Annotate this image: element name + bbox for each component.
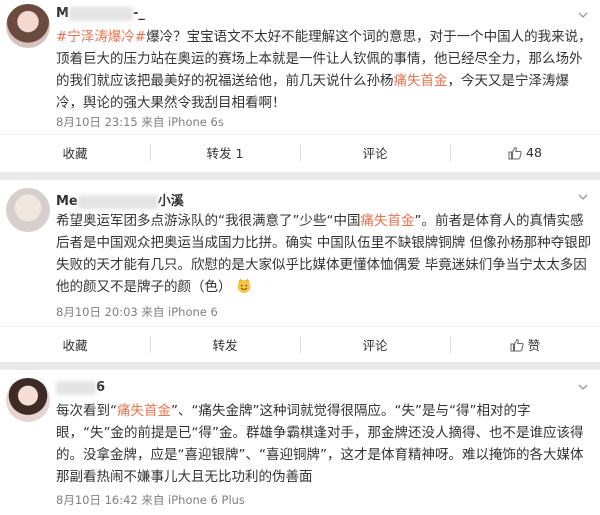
thumb-up-icon [508, 146, 522, 159]
post-text: 希望奥运军团多点游泳队的“我很满意了”少些“中国痛失首金”。前者是体育人的真情实… [56, 210, 594, 298]
divider [0, 172, 600, 180]
username-head: M [56, 6, 69, 21]
username-tail: 小溪 [157, 194, 184, 209]
highlight-term: 痛失首金 [117, 403, 171, 419]
username[interactable]: 6 [56, 380, 105, 395]
favorite-button[interactable]: 收藏 [0, 135, 150, 170]
favorite-button[interactable]: 收藏 [0, 327, 150, 362]
comment-button[interactable]: 评论 [300, 327, 450, 362]
like-button[interactable]: 48 [450, 135, 600, 170]
post-card: 6 每次看到“痛失首金”、“痛失金牌”这种词就觉得很隔应。“失”是与“得”相对的… [0, 370, 600, 515]
highlight-term: 痛失首金 [393, 73, 448, 89]
divider [0, 362, 600, 370]
chevron-down-icon[interactable] [576, 380, 590, 394]
topic-link[interactable]: #宁泽涛爆冷# [56, 29, 146, 45]
username-redacted [56, 380, 96, 395]
username-tail: -_ [132, 6, 145, 21]
post-text-part1: 每次看到“ [56, 403, 117, 419]
repost-button[interactable]: 转发 [150, 327, 300, 362]
repost-button[interactable]: 转发 1 [150, 135, 300, 170]
action-bar: 收藏 转发 1 评论 48 [0, 134, 600, 170]
like-count: 48 [526, 145, 542, 160]
post-card: M -_ #宁泽涛爆冷#爆冷？宝宝语文不太好不能理解这个词的意思，对于一个中国人的… [0, 0, 600, 172]
avatar[interactable] [6, 188, 50, 232]
chevron-down-icon[interactable] [576, 190, 590, 204]
like-button[interactable]: 赞 [450, 327, 600, 362]
comment-button[interactable]: 评论 [300, 135, 450, 170]
post-meta: 8月10日 23:15 来自 iPhone 6s [56, 115, 224, 129]
thumb-up-icon [510, 338, 524, 351]
highlight-term: 痛失首金 [360, 213, 415, 229]
avatar[interactable] [6, 4, 50, 48]
post-text: #宁泽涛爆冷#爆冷？宝宝语文不太好不能理解这个词的意思，对于一个中国人的我来说，… [56, 26, 594, 114]
like-label: 赞 [527, 338, 541, 353]
post-card: Me 小溪 希望奥运军团多点游泳队的“我很满意了”少些“中国痛失首金”。前者是体育… [0, 180, 600, 362]
avatar[interactable] [6, 378, 50, 422]
post-meta: 8月10日 20:03 来自 iPhone 6 [56, 305, 218, 319]
username-head: Me [56, 194, 78, 209]
chevron-down-icon[interactable] [576, 8, 590, 22]
post-meta: 8月10日 16:42 来自 iPhone 6 Plus [56, 493, 245, 507]
post-text: 每次看到“痛失首金”、“痛失金牌”这种词就觉得很隔应。“失”是与“得”相对的字眼… [56, 400, 594, 488]
username-redacted [68, 6, 133, 21]
post-text-part1: 希望奥运军团多点游泳队的“我很满意了”少些“中国 [56, 213, 361, 229]
username[interactable]: M -_ [56, 6, 145, 21]
action-bar: 收藏 转发 评论 赞 [0, 326, 600, 362]
username-tail: 6 [96, 380, 106, 395]
username[interactable]: Me 小溪 [56, 190, 184, 209]
username-redacted [77, 194, 158, 209]
smile-emoji-icon [237, 278, 251, 293]
weibo-comment-feed: M -_ #宁泽涛爆冷#爆冷？宝宝语文不太好不能理解这个词的意思，对于一个中国人的… [0, 0, 600, 515]
